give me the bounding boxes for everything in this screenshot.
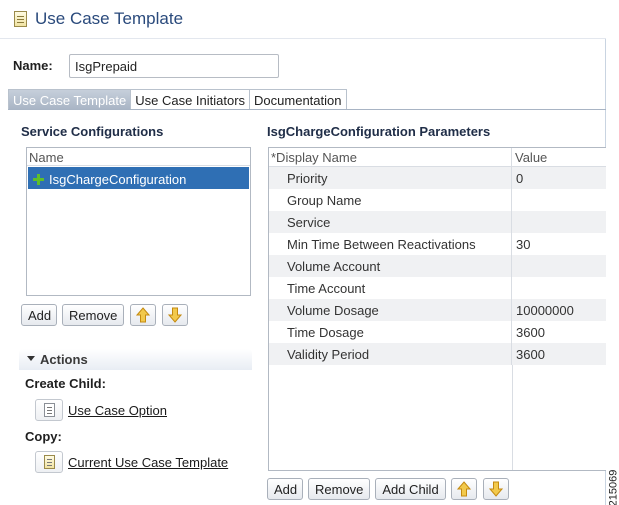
param-name: Volume Dosage: [269, 299, 512, 321]
param-name: Time Account: [269, 277, 512, 299]
tab-use-case-initiators[interactable]: Use Case Initiators: [130, 89, 251, 110]
add-child-button[interactable]: Add Child: [375, 478, 446, 500]
param-name: Priority: [269, 167, 512, 189]
use-case-option-link[interactable]: Use Case Option: [68, 403, 167, 418]
parameters-title: IsgChargeConfiguration Parameters: [267, 124, 491, 139]
param-value[interactable]: [512, 277, 516, 299]
param-value[interactable]: 0: [512, 167, 523, 189]
tab-documentation[interactable]: Documentation: [249, 89, 347, 110]
arrow-down-icon: [168, 307, 182, 323]
table-row[interactable]: Service: [269, 211, 606, 233]
list-column-header-name: Name: [27, 148, 250, 166]
param-value[interactable]: 3600: [512, 343, 545, 365]
param-name: Volume Account: [269, 255, 512, 277]
service-configurations-list[interactable]: Name IsgChargeConfiguration: [26, 147, 251, 296]
move-down-button[interactable]: [162, 304, 188, 326]
current-use-case-template-link[interactable]: Current Use Case Template: [68, 455, 228, 470]
table-header: *Display Name Value: [269, 148, 606, 167]
move-up-button[interactable]: [130, 304, 156, 326]
param-name: Min Time Between Reactivations: [269, 233, 512, 255]
table-row[interactable]: Min Time Between Reactivations 30: [269, 233, 606, 255]
parameter-move-down-button[interactable]: [483, 478, 509, 500]
remove-parameter-button[interactable]: Remove: [308, 478, 370, 500]
tab-use-case-template[interactable]: Use Case Template: [8, 89, 132, 110]
tab-divider: [8, 109, 606, 110]
param-value[interactable]: 3600: [512, 321, 545, 343]
figure-id: 215069: [606, 470, 619, 505]
actions-title: Actions: [40, 352, 88, 367]
param-name: Service: [269, 211, 512, 233]
param-value[interactable]: [512, 211, 516, 233]
table-row[interactable]: Priority 0: [269, 167, 606, 189]
actions-section-header[interactable]: Actions: [19, 349, 252, 370]
table-row[interactable]: Validity Period 3600: [269, 343, 606, 365]
arrow-up-icon: [457, 481, 471, 497]
copy-label: Copy:: [25, 429, 62, 444]
column-header-display-name: *Display Name: [269, 148, 512, 166]
table-row[interactable]: Time Dosage 3600: [269, 321, 606, 343]
create-child-label: Create Child:: [25, 376, 106, 391]
list-item[interactable]: IsgChargeConfiguration: [28, 167, 249, 189]
use-case-option-icon[interactable]: [35, 399, 63, 421]
name-label: Name:: [13, 58, 53, 73]
parameter-move-up-button[interactable]: [451, 478, 477, 500]
table-row[interactable]: Group Name: [269, 189, 606, 211]
param-value[interactable]: 30: [512, 233, 530, 255]
param-name: Validity Period: [269, 343, 512, 365]
plus-icon: [33, 174, 44, 185]
param-value[interactable]: 10000000: [512, 299, 574, 321]
param-name: Time Dosage: [269, 321, 512, 343]
template-doc-icon: [44, 455, 55, 469]
param-value[interactable]: [512, 189, 516, 211]
table-row[interactable]: Volume Dosage 10000000: [269, 299, 606, 321]
use-case-template-editor: Use Case Template Name: Use Case Templat…: [0, 0, 606, 505]
add-parameter-button[interactable]: Add: [267, 478, 303, 500]
param-value[interactable]: [512, 255, 516, 277]
list-item-label: IsgChargeConfiguration: [49, 172, 187, 187]
arrow-down-icon: [489, 481, 503, 497]
service-configurations-title: Service Configurations: [21, 124, 164, 139]
editor-header: Use Case Template: [0, 0, 606, 39]
name-input[interactable]: [69, 54, 279, 78]
add-configuration-button[interactable]: Add: [21, 304, 57, 326]
editor-tabs: Use Case Template Use Case Initiators Do…: [8, 89, 347, 110]
page-title: Use Case Template: [35, 9, 184, 28]
document-icon: [44, 403, 55, 417]
param-name: Group Name: [269, 189, 512, 211]
figure-id-text: 215069: [607, 469, 619, 505]
collapse-triangle-icon: [27, 356, 35, 361]
table-row[interactable]: Time Account: [269, 277, 606, 299]
table-row[interactable]: Volume Account: [269, 255, 606, 277]
remove-configuration-button[interactable]: Remove: [62, 304, 124, 326]
column-header-value: Value: [515, 150, 548, 165]
arrow-up-icon: [136, 307, 150, 323]
current-template-icon[interactable]: [35, 451, 63, 473]
parameters-table: *Display Name Value Priority 0 Group Name…: [268, 147, 606, 471]
column-divider: [512, 365, 513, 470]
template-doc-icon: [14, 11, 27, 27]
